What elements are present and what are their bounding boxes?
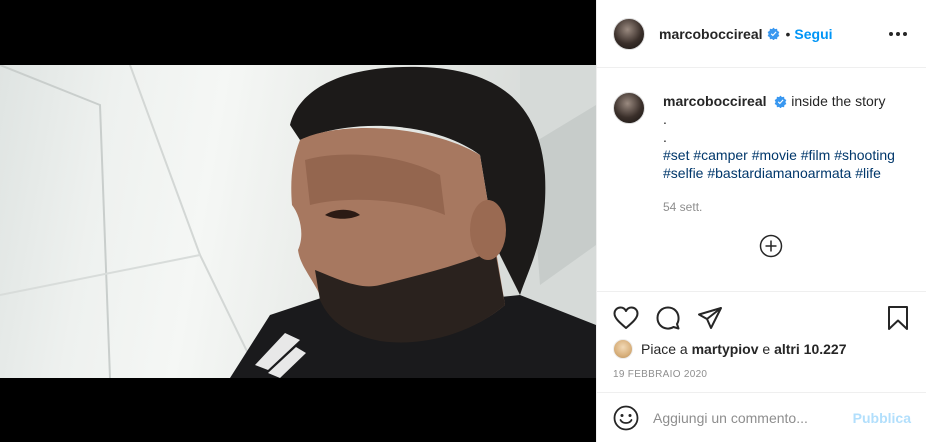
- post-actions: Piace a martypiov e altri 10.227 19 FEBB…: [597, 291, 926, 401]
- post-header: marcoboccireal • Segui: [597, 0, 926, 68]
- caption-text: inside the story: [791, 93, 886, 109]
- comment-icon[interactable]: [655, 305, 681, 331]
- comment-box: Aggiungi un commento... Pubblica: [597, 392, 926, 442]
- emoji-icon[interactable]: [613, 405, 639, 431]
- hashtag-link[interactable]: #movie: [752, 147, 797, 163]
- emoji-glyph: [613, 405, 639, 430]
- header-separator: •: [785, 25, 791, 42]
- hashtag-link[interactable]: #selfie: [663, 165, 703, 181]
- liker-avatar[interactable]: [613, 339, 633, 359]
- verified-badge-icon: [775, 95, 787, 108]
- more-dots-glyph: [889, 31, 907, 36]
- hashtag-link[interactable]: #film: [801, 147, 831, 163]
- caption-dot: .: [663, 111, 667, 127]
- caption-dot: .: [663, 129, 667, 145]
- hashtag-link[interactable]: #life: [855, 165, 881, 181]
- likes-summary: Piace a martypiov e altri 10.227: [613, 339, 846, 359]
- share-glyph: [698, 307, 722, 329]
- instagram-post-modal: marcoboccireal • Segui marcoboccireal in…: [0, 0, 926, 442]
- post-side-panel: marcoboccireal • Segui marcoboccireal in…: [596, 0, 926, 442]
- hashtag-link[interactable]: #bastardiamanoarmata: [707, 165, 851, 181]
- caption-body: marcoboccireal inside the story . . #set…: [663, 92, 895, 216]
- hashtag-link[interactable]: #shooting: [834, 147, 895, 163]
- photo-illustration: [0, 65, 596, 378]
- comment-input[interactable]: Aggiungi un commento...: [653, 410, 853, 426]
- liker-username[interactable]: martypiov: [692, 341, 759, 357]
- more-options-icon[interactable]: [886, 22, 910, 46]
- load-more-comments-icon[interactable]: [759, 234, 783, 258]
- media-area: [0, 0, 596, 442]
- post-caption: marcoboccireal inside the story . . #set…: [597, 68, 926, 216]
- hashtag-link[interactable]: #set: [663, 147, 689, 163]
- heart-icon[interactable]: [613, 305, 639, 331]
- likes-count-link[interactable]: altri 10.227: [774, 341, 846, 357]
- plus-circle-glyph: [759, 234, 783, 258]
- comment-glyph: [656, 306, 680, 330]
- post-photo[interactable]: [0, 65, 596, 378]
- share-icon[interactable]: [697, 305, 723, 331]
- post-time-ago[interactable]: 54 sett.: [663, 198, 895, 216]
- hashtag-line: #set #camper #movie #film #shooting: [663, 146, 895, 164]
- author-username[interactable]: marcoboccireal: [659, 26, 763, 42]
- caption-author-avatar[interactable]: [613, 92, 645, 124]
- bookmark-glyph: [888, 306, 908, 330]
- caption-username[interactable]: marcoboccireal: [663, 93, 767, 109]
- author-avatar[interactable]: [613, 17, 645, 50]
- bookmark-icon[interactable]: [885, 305, 911, 331]
- publish-comment-button[interactable]: Pubblica: [853, 410, 911, 426]
- likes-prefix: Piace a: [641, 341, 688, 357]
- verified-badge-icon: [767, 27, 779, 40]
- hashtag-line: #selfie #bastardiamanoarmata #life: [663, 164, 895, 182]
- hashtag-link[interactable]: #camper: [693, 147, 747, 163]
- heart-glyph: [613, 306, 639, 329]
- action-bar: [613, 304, 911, 332]
- post-date[interactable]: 19 FEBBRAIO 2020: [613, 369, 707, 380]
- follow-button[interactable]: Segui: [794, 26, 832, 42]
- likes-conjunction: e: [762, 341, 771, 357]
